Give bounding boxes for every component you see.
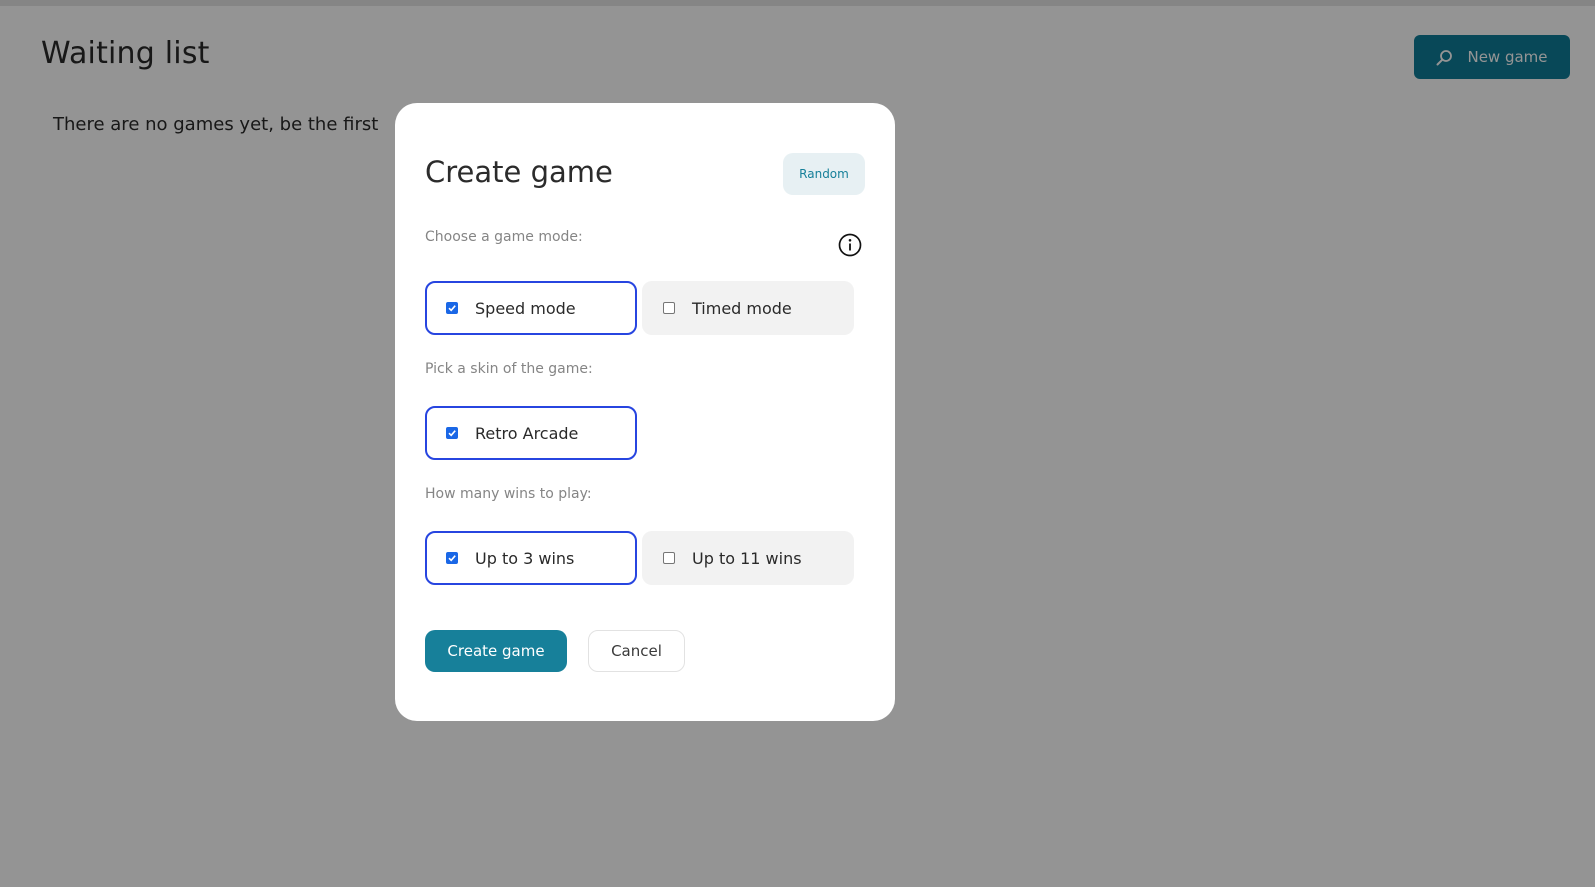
option-label: Up to 11 wins	[692, 548, 802, 568]
info-icon[interactable]	[838, 233, 862, 257]
option-label: Retro Arcade	[475, 423, 579, 443]
option-speed-mode[interactable]: Speed mode	[425, 281, 637, 335]
create-game-dialog: Create game Random Choose a game mode: S…	[395, 103, 895, 721]
random-button[interactable]: Random	[783, 153, 865, 195]
option-retro-arcade[interactable]: Retro Arcade	[425, 406, 637, 460]
option-label: Up to 3 wins	[475, 548, 575, 568]
game-mode-label: Choose a game mode:	[425, 229, 583, 245]
create-game-button[interactable]: Create game	[425, 630, 567, 672]
checkbox-checked[interactable]	[446, 302, 458, 314]
option-up-to-3-wins[interactable]: Up to 3 wins	[425, 531, 637, 585]
option-label: Speed mode	[475, 298, 576, 318]
option-label: Timed mode	[692, 298, 792, 318]
option-up-to-11-wins[interactable]: Up to 11 wins	[642, 531, 854, 585]
checkbox-checked[interactable]	[446, 427, 458, 439]
wins-label: How many wins to play:	[425, 486, 592, 502]
skin-label: Pick a skin of the game:	[425, 361, 593, 377]
option-timed-mode[interactable]: Timed mode	[642, 281, 854, 335]
checkbox-unchecked[interactable]	[663, 552, 675, 564]
cancel-button[interactable]: Cancel	[588, 630, 685, 672]
checkbox-unchecked[interactable]	[663, 302, 675, 314]
dialog-title: Create game	[425, 155, 613, 189]
checkbox-checked[interactable]	[446, 552, 458, 564]
